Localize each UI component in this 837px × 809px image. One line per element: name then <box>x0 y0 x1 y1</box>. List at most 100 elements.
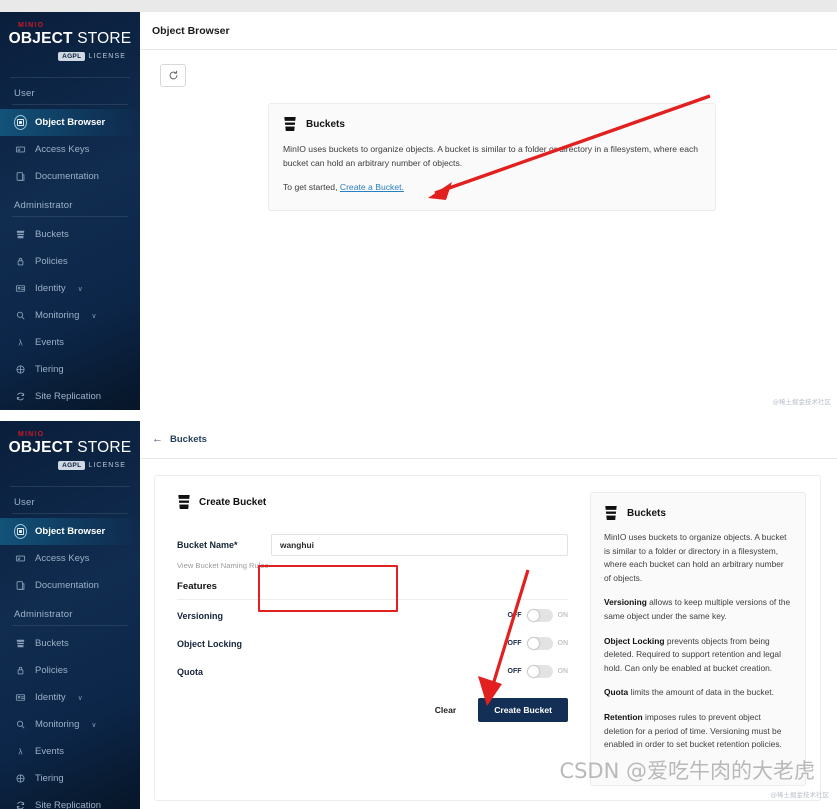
toggle-switch-object-locking[interactable] <box>526 637 553 650</box>
clear-button[interactable]: Clear <box>435 705 457 715</box>
topbar-bottom: ← Buckets <box>140 421 837 459</box>
toggle-on-label: ON <box>557 668 569 675</box>
cta-prefix: To get started, <box>283 182 340 192</box>
sidebar-nav-top: User Object Browser Access Keys Documentati… <box>0 78 140 410</box>
watermark-csdn: CSDN @爱吃牛肉的大老虎 <box>559 759 815 783</box>
watermark-small-top: @稀土掘金技术社区 <box>772 398 832 406</box>
events-icon: λ <box>14 336 27 349</box>
sidebar-group-divider <box>12 625 128 626</box>
sidebar-item-label: Tiering <box>35 364 64 375</box>
sidebar-item-label: Events <box>35 337 65 348</box>
create-bucket-link[interactable]: Create a Bucket. <box>340 182 404 192</box>
back-arrow-icon[interactable]: ← <box>152 434 163 445</box>
license-badge-wrap-2: AGPL LICENSE <box>8 457 132 475</box>
sidebar-item-monitoring[interactable]: Monitoring ∨ <box>0 711 140 738</box>
sidebar-group-label-administrator: Administrator <box>14 609 73 620</box>
policy-icon <box>14 255 27 268</box>
sidebar-item-events[interactable]: λ Events <box>0 738 140 765</box>
buckets-help-card: Buckets MinIO uses buckets to organize o… <box>590 492 806 786</box>
feature-label: Quota <box>177 666 203 677</box>
sidebar-item-identity[interactable]: Identity ∨ <box>0 684 140 711</box>
sidebar-item-identity[interactable]: Identity ∨ <box>0 275 140 302</box>
sidebar-item-tiering[interactable]: Tiering <box>0 356 140 383</box>
sidebar-item-tiering[interactable]: Tiering <box>0 765 140 792</box>
watermark-small-bottom: @稀土掘金技术社区 <box>770 791 830 799</box>
sidebar-item-label: Documentation <box>35 580 99 591</box>
license-badge: AGPL <box>58 52 86 62</box>
sidebar-item-documentation[interactable]: Documentation <box>0 163 140 190</box>
card-description: MinIO uses buckets to organize objects. … <box>283 144 699 168</box>
chevron-down-icon[interactable]: ∨ <box>78 694 83 702</box>
help-paragraph-5: Retention imposes rules to prevent objec… <box>604 711 792 752</box>
sidebar-item-access-keys[interactable]: Access Keys <box>0 136 140 163</box>
sidebar-item-monitoring[interactable]: Monitoring ∨ <box>0 302 140 329</box>
feature-toggles: Versioning OFF ON Object Locking OFF ON Quota O… <box>177 603 568 684</box>
sidebar-item-label: Site Replication <box>35 391 102 402</box>
toggle-switch-versioning[interactable] <box>526 609 553 622</box>
buckets-help-panel: Buckets MinIO uses buckets to organize o… <box>590 476 820 800</box>
breadcrumb[interactable]: ← Buckets <box>152 434 207 446</box>
monitoring-icon <box>14 718 27 731</box>
sidebar-item-policies[interactable]: Policies <box>0 657 140 684</box>
documentation-icon <box>14 170 27 183</box>
sidebar-item-object-browser[interactable]: Object Browser <box>0 109 140 136</box>
page-title: Object Browser <box>152 24 230 37</box>
identity-icon <box>14 282 27 295</box>
monitoring-icon <box>14 309 27 322</box>
bucket-icon <box>14 637 27 650</box>
active-icon-ring <box>14 115 27 130</box>
help-term-object-locking: Object Locking <box>604 635 665 646</box>
sidebar-item-documentation[interactable]: Documentation <box>0 572 140 599</box>
console-panel-bottom: MINIO OBJECT STORE AGPL LICENSE User Objec… <box>0 421 837 809</box>
sidebar-item-site-replication[interactable]: Site Replication <box>0 792 140 809</box>
sidebar-item-buckets[interactable]: Buckets <box>0 630 140 657</box>
help-paragraph-4: Quota limits the amount of data in the b… <box>604 686 792 700</box>
sidebar-item-object-browser[interactable]: Object Browser <box>0 518 140 545</box>
refresh-button[interactable] <box>160 64 186 87</box>
brand-mini-label: MINIO <box>18 22 45 29</box>
naming-rules-label[interactable]: View Bucket Naming Rules <box>177 561 268 570</box>
sidebar-item-label: Identity <box>35 692 66 703</box>
documentation-icon <box>14 579 27 592</box>
card-body: MinIO uses buckets to organize objects. … <box>283 142 701 194</box>
topbar-top: Object Browser <box>140 12 837 50</box>
toggle-switch-quota[interactable] <box>526 665 553 678</box>
sidebar-item-label: Object Browser <box>35 526 106 537</box>
sidebar-item-label: Policies <box>35 665 68 676</box>
sidebar-group-label-user: User <box>14 497 35 508</box>
bucket-name-input[interactable] <box>271 534 568 556</box>
chevron-down-icon[interactable]: ⌄ <box>272 562 277 569</box>
sidebar-item-site-replication[interactable]: Site Replication <box>0 383 140 410</box>
toggle-control: OFF ON <box>508 665 569 678</box>
sidebar-item-access-keys[interactable]: Access Keys <box>0 545 140 572</box>
sidebar-item-policies[interactable]: Policies <box>0 248 140 275</box>
events-icon: λ <box>14 745 27 758</box>
brand-mini-label-2: MINIO <box>18 431 45 438</box>
help-term-quota: Quota <box>604 687 629 698</box>
breadcrumb-label[interactable]: Buckets <box>170 434 207 445</box>
content-bottom: Create Bucket Bucket Name* View Bucket N… <box>140 459 837 809</box>
card-header: Buckets <box>283 116 701 132</box>
svg-text:λ: λ <box>18 747 23 756</box>
sidebar-item-label: Site Replication <box>35 800 102 809</box>
chevron-down-icon[interactable]: ∨ <box>78 285 83 293</box>
brand-logo-2: MINIO OBJECT STORE AGPL LICENSE <box>0 421 140 484</box>
top-gray-band <box>0 0 837 12</box>
brand-name: OBJECT STORE <box>8 30 132 47</box>
chevron-down-icon[interactable]: ∨ <box>91 312 96 320</box>
bucket-name-label: Bucket Name* <box>177 540 238 550</box>
create-bucket-button[interactable]: Create Bucket <box>478 698 568 722</box>
toggle-on-label: ON <box>557 640 569 647</box>
svg-text:λ: λ <box>18 338 23 347</box>
sidebar-group-divider <box>12 216 128 217</box>
active-icon-ring <box>14 524 27 539</box>
chevron-down-icon[interactable]: ∨ <box>91 721 96 729</box>
sidebar-item-events[interactable]: λ Events <box>0 329 140 356</box>
tiering-icon <box>14 363 27 376</box>
view-naming-rules[interactable]: View Bucket Naming Rules ⌄ <box>177 561 568 570</box>
feature-label: Object Locking <box>177 638 243 649</box>
buckets-info-card: Buckets MinIO uses buckets to organize o… <box>268 103 716 211</box>
sidebar-item-buckets[interactable]: Buckets <box>0 221 140 248</box>
site-replication-icon <box>14 799 27 809</box>
brand-name-bold-2: OBJECT <box>8 439 73 456</box>
